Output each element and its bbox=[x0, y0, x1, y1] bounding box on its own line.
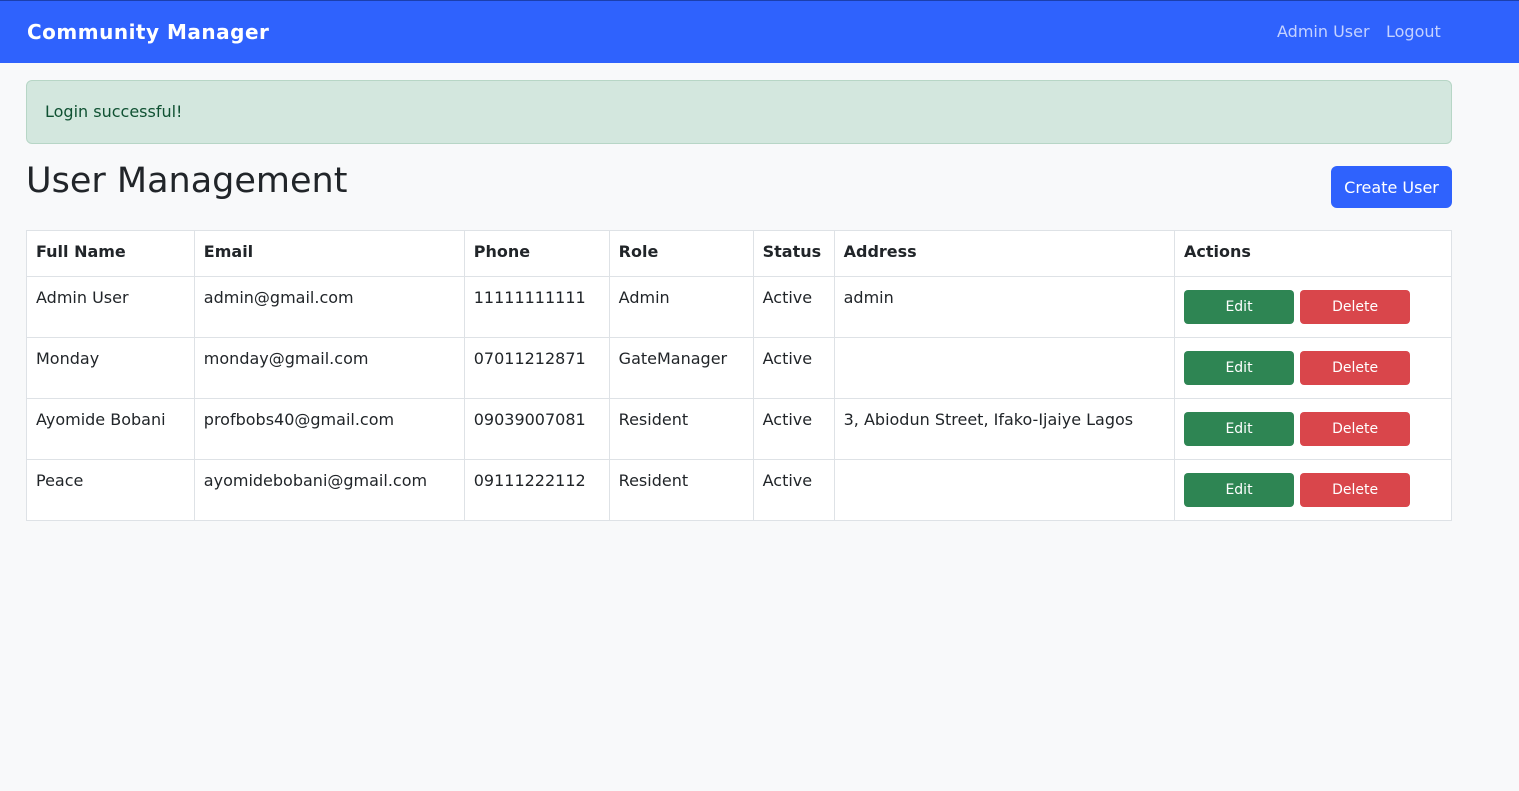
edit-button[interactable]: Edit bbox=[1184, 412, 1295, 446]
cell-address: 3, Abiodun Street, Ifako-Ijaiye Lagos bbox=[833, 398, 1176, 460]
cell-email: ayomidebobani@gmail.com bbox=[193, 459, 465, 521]
edit-button[interactable]: Edit bbox=[1184, 351, 1295, 385]
edit-button[interactable]: Edit bbox=[1184, 473, 1295, 507]
cell-email: admin@gmail.com bbox=[193, 276, 465, 338]
cell-full-name: Peace bbox=[26, 459, 195, 521]
cell-status: Active bbox=[752, 276, 835, 338]
alert-message: Login successful! bbox=[45, 102, 183, 121]
success-alert: Login successful! bbox=[26, 80, 1452, 144]
create-user-button[interactable]: Create User bbox=[1331, 166, 1452, 208]
cell-status: Active bbox=[752, 459, 835, 521]
cell-address: admin bbox=[833, 276, 1176, 338]
cell-status: Active bbox=[752, 398, 835, 460]
table-header-row: Full Name Email Phone Role Status Addres… bbox=[26, 230, 1452, 277]
cell-role: Admin bbox=[608, 276, 754, 338]
header-actions: Actions bbox=[1174, 230, 1452, 277]
cell-address bbox=[833, 337, 1176, 399]
cell-email: profbobs40@gmail.com bbox=[193, 398, 465, 460]
cell-actions: Edit Delete bbox=[1174, 398, 1452, 460]
cell-phone: 11111111111 bbox=[463, 276, 610, 338]
table-row: Ayomide Bobani profbobs40@gmail.com 0903… bbox=[26, 398, 1452, 460]
users-table: Full Name Email Phone Role Status Addres… bbox=[26, 230, 1452, 521]
cell-status: Active bbox=[752, 337, 835, 399]
edit-button[interactable]: Edit bbox=[1184, 290, 1295, 324]
nav-user-link[interactable]: Admin User bbox=[1277, 22, 1370, 41]
cell-address bbox=[833, 459, 1176, 521]
cell-phone: 07011212871 bbox=[463, 337, 610, 399]
cell-role: Resident bbox=[608, 459, 754, 521]
delete-button[interactable]: Delete bbox=[1300, 473, 1411, 507]
header-role: Role bbox=[608, 230, 754, 277]
table-row: Peace ayomidebobani@gmail.com 0911122211… bbox=[26, 459, 1452, 521]
header-phone: Phone bbox=[463, 230, 610, 277]
header-email: Email bbox=[193, 230, 465, 277]
delete-button[interactable]: Delete bbox=[1300, 290, 1411, 324]
delete-button[interactable]: Delete bbox=[1300, 351, 1411, 385]
cell-actions: Edit Delete bbox=[1174, 337, 1452, 399]
nav-logout-link[interactable]: Logout bbox=[1386, 22, 1441, 41]
cell-email: monday@gmail.com bbox=[193, 337, 465, 399]
cell-actions: Edit Delete bbox=[1174, 276, 1452, 338]
cell-full-name: Monday bbox=[26, 337, 195, 399]
table-row: Admin User admin@gmail.com 11111111111 A… bbox=[26, 276, 1452, 338]
header-status: Status bbox=[752, 230, 835, 277]
header-address: Address bbox=[833, 230, 1176, 277]
cell-phone: 09039007081 bbox=[463, 398, 610, 460]
table-row: Monday monday@gmail.com 07011212871 Gate… bbox=[26, 337, 1452, 399]
cell-actions: Edit Delete bbox=[1174, 459, 1452, 521]
top-navbar: Community Manager Admin User Logout bbox=[0, 0, 1519, 63]
brand-title[interactable]: Community Manager bbox=[27, 20, 269, 44]
page-title: User Management bbox=[26, 161, 348, 201]
cell-full-name: Ayomide Bobani bbox=[26, 398, 195, 460]
cell-phone: 09111222112 bbox=[463, 459, 610, 521]
cell-role: Resident bbox=[608, 398, 754, 460]
cell-full-name: Admin User bbox=[26, 276, 195, 338]
cell-role: GateManager bbox=[608, 337, 754, 399]
delete-button[interactable]: Delete bbox=[1300, 412, 1411, 446]
header-full-name: Full Name bbox=[26, 230, 195, 277]
